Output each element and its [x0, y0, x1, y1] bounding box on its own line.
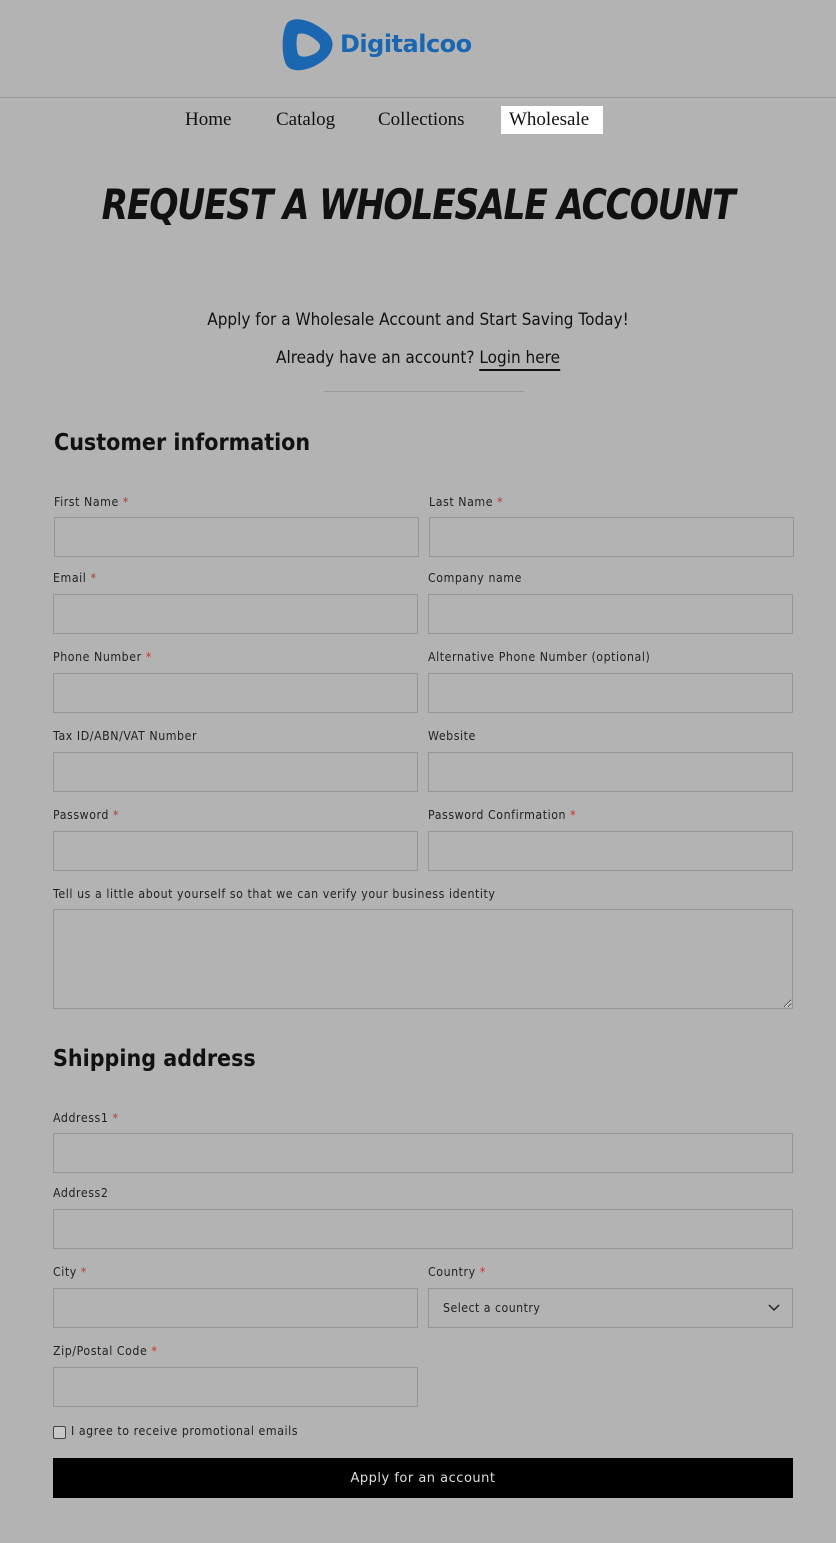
intro-text: Apply for a Wholesale Account and Start … — [207, 310, 629, 330]
address1-label: Address1 * — [53, 1111, 119, 1125]
phone-label-text: Phone Number — [53, 650, 142, 664]
zip-input[interactable] — [53, 1367, 418, 1407]
country-select-value: Select a country — [443, 1301, 541, 1315]
email-label: Email * — [53, 571, 97, 585]
divider — [324, 391, 524, 392]
first-name-label: First Name * — [54, 495, 129, 509]
phone-input[interactable] — [53, 673, 418, 713]
promo-emails-label[interactable]: I agree to receive promotional emails — [71, 1424, 298, 1438]
first-name-input[interactable] — [54, 517, 419, 557]
main-nav: Home Catalog Collections Wholesale — [0, 106, 836, 136]
shipping-heading: Shipping address — [53, 1046, 256, 1072]
zip-label: Zip/Postal Code * — [53, 1344, 157, 1358]
zip-label-text: Zip/Postal Code — [53, 1344, 148, 1358]
promo-emails-checkbox[interactable] — [53, 1426, 66, 1439]
required-mark: * — [112, 1111, 119, 1125]
nav-item-catalog[interactable]: Catalog — [268, 106, 343, 134]
phone-label: Phone Number * — [53, 650, 152, 664]
alt-phone-label: Alternative Phone Number (optional) — [428, 650, 651, 664]
required-mark: * — [80, 1265, 87, 1279]
about-textarea[interactable] — [53, 909, 793, 1009]
login-link[interactable]: Login here — [479, 348, 560, 371]
required-mark: * — [122, 495, 129, 509]
site-header: Digitalcoo — [0, 0, 836, 98]
first-name-label-text: First Name — [54, 495, 119, 509]
required-mark: * — [479, 1265, 486, 1279]
password-label: Password * — [53, 808, 119, 822]
play-shape-logo-icon — [282, 19, 333, 71]
city-label-text: City — [53, 1265, 77, 1279]
page-title: REQUEST A WHOLESALE ACCOUNT — [101, 180, 736, 229]
login-prompt-text: Already have an account? — [275, 348, 475, 368]
last-name-input[interactable] — [429, 517, 794, 557]
company-label: Company name — [428, 571, 522, 585]
country-select[interactable]: Select a country — [428, 1288, 793, 1328]
password-input[interactable] — [53, 831, 418, 871]
city-label: City * — [53, 1265, 87, 1279]
address1-input[interactable] — [53, 1133, 793, 1173]
required-mark: * — [90, 571, 97, 585]
required-mark: * — [497, 495, 504, 509]
tax-id-label: Tax ID/ABN/VAT Number — [53, 729, 198, 743]
email-label-text: Email — [53, 571, 87, 585]
login-prompt: Already have an account? Login here — [42, 348, 794, 371]
brand-name: Digitalcoo — [340, 30, 472, 58]
required-mark: * — [570, 808, 577, 822]
nav-item-collections[interactable]: Collections — [370, 106, 473, 134]
address2-input[interactable] — [53, 1209, 793, 1249]
password-confirm-label-text: Password Confirmation — [428, 808, 567, 822]
country-label: Country * — [428, 1265, 486, 1279]
address2-label: Address2 — [53, 1186, 109, 1200]
required-mark: * — [145, 650, 152, 664]
tax-id-input[interactable] — [53, 752, 418, 792]
required-mark: * — [113, 808, 120, 822]
required-mark: * — [151, 1344, 158, 1358]
password-confirm-input[interactable] — [428, 831, 793, 871]
last-name-label: Last Name * — [429, 495, 503, 509]
country-label-text: Country — [428, 1265, 476, 1279]
brand-logo[interactable]: Digitalcoo — [282, 18, 472, 72]
password-label-text: Password — [53, 808, 109, 822]
email-input[interactable] — [53, 594, 418, 634]
alt-phone-input[interactable] — [428, 673, 793, 713]
company-input[interactable] — [428, 594, 793, 634]
city-input[interactable] — [53, 1288, 418, 1328]
nav-item-wholesale[interactable]: Wholesale — [501, 106, 603, 134]
website-input[interactable] — [428, 752, 793, 792]
about-label: Tell us a little about yourself so that … — [53, 887, 496, 901]
apply-account-button[interactable]: Apply for an account — [53, 1458, 793, 1498]
website-label: Website — [428, 729, 476, 743]
customer-info-heading: Customer information — [54, 430, 311, 456]
chevron-down-icon — [768, 1304, 780, 1312]
nav-item-home[interactable]: Home — [177, 106, 239, 134]
address1-label-text: Address1 — [53, 1111, 109, 1125]
last-name-label-text: Last Name — [429, 495, 494, 509]
password-confirm-label: Password Confirmation * — [428, 808, 576, 822]
